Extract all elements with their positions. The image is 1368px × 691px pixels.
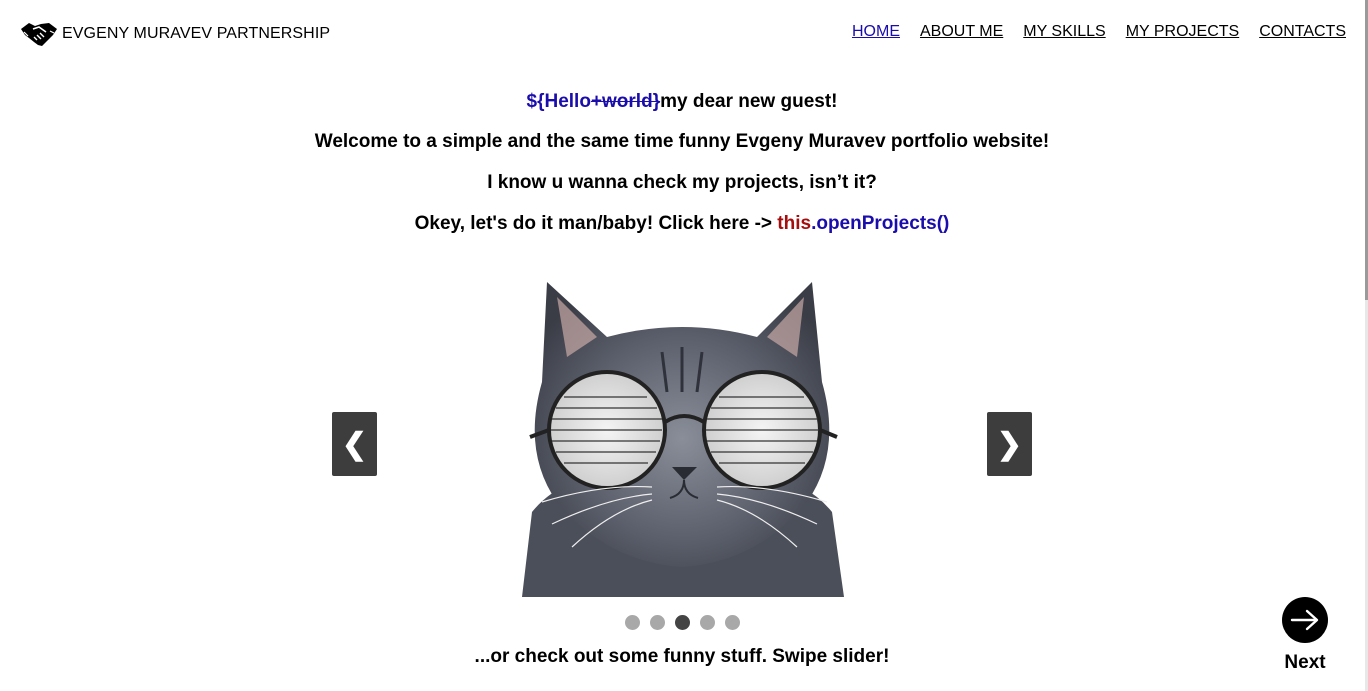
slider-dot-3[interactable] — [675, 615, 690, 630]
slider-next-button[interactable]: ❯ — [987, 412, 1032, 476]
next-circle[interactable] — [1282, 597, 1328, 643]
swipe-hint-text: ...or check out some funny stuff. Swipe … — [474, 646, 890, 667]
slider-dot-4[interactable] — [700, 615, 715, 630]
slider-dots — [625, 615, 740, 630]
open-projects-text: Okey, let's do it man/baby! Click here -… — [414, 213, 778, 234]
nav-my-projects[interactable]: MY PROJECTS — [1126, 23, 1240, 41]
nav-about-me[interactable]: ABOUT ME — [920, 23, 1003, 41]
slider-dot-5[interactable] — [725, 615, 740, 630]
slider-prev-button[interactable]: ❮ — [332, 412, 377, 476]
arrow-right-icon — [1290, 609, 1319, 631]
greeting-line: ${Hello+world}my dear new guest! — [0, 91, 1364, 113]
handshake-icon — [20, 20, 58, 48]
slider-dot-1[interactable] — [625, 615, 640, 630]
logo-text: EVGENY MURAVEV PARTNERSHIP — [62, 25, 331, 42]
code-world-strike: +world} — [590, 91, 661, 112]
main-nav: HOME ABOUT ME MY SKILLS MY PROJECTS CONT… — [852, 23, 1346, 41]
slider-image-cat[interactable] — [512, 262, 852, 597]
code-this-link[interactable]: this — [777, 213, 811, 234]
next-label[interactable]: Next — [1272, 652, 1338, 674]
code-hello: ${Hello — [526, 91, 591, 112]
welcome-line: Welcome to a simple and the same time fu… — [314, 131, 1050, 152]
nav-home[interactable]: HOME — [852, 23, 900, 41]
slider-dot-2[interactable] — [650, 615, 665, 630]
next-button[interactable]: Next — [1282, 597, 1328, 673]
page: EVGENY MURAVEV PARTNERSHIP HOME ABOUT ME… — [0, 0, 1368, 691]
code-open-projects-link[interactable]: openProjects() — [816, 213, 949, 234]
nav-my-skills[interactable]: MY SKILLS — [1023, 23, 1105, 41]
open-projects-line: Okey, let's do it man/baby! Click here -… — [0, 213, 1364, 235]
logo[interactable]: EVGENY MURAVEV PARTNERSHIP — [20, 20, 330, 48]
projects-question-line: I know u wanna check my projects, isn’t … — [487, 172, 877, 193]
nav-contacts[interactable]: CONTACTS — [1259, 23, 1346, 41]
chevron-left-icon: ❮ — [341, 427, 368, 461]
greeting-text: my dear new guest! — [660, 91, 838, 112]
chevron-right-icon: ❯ — [996, 427, 1023, 461]
